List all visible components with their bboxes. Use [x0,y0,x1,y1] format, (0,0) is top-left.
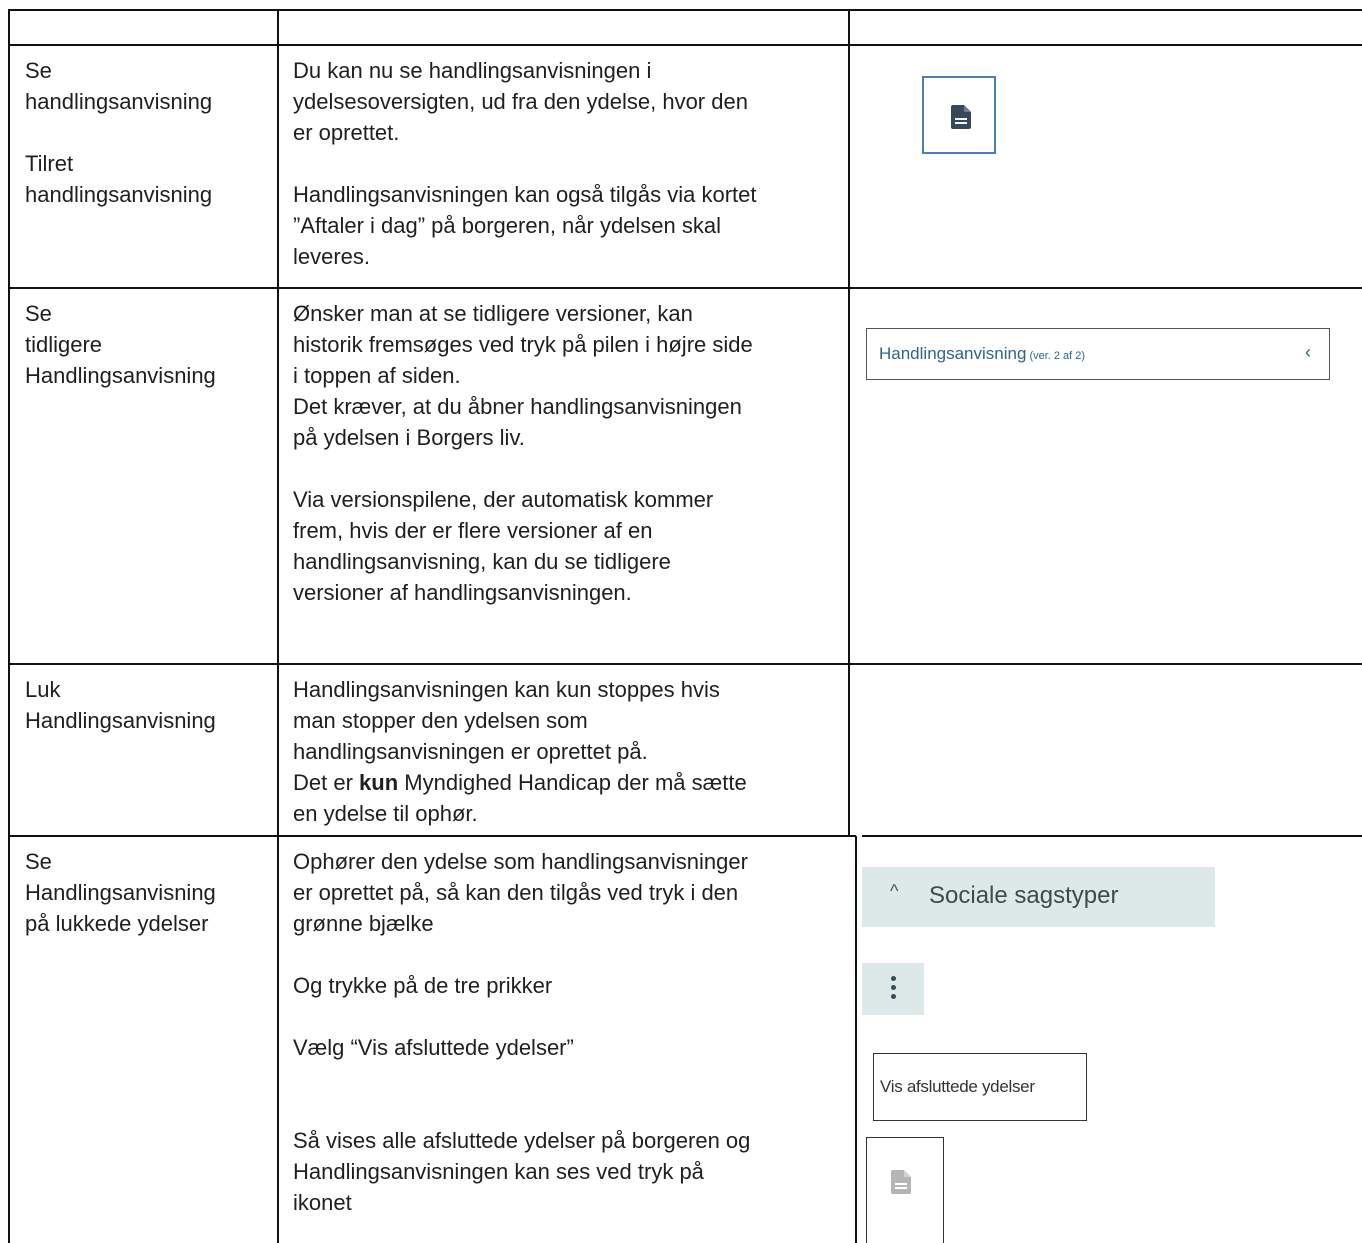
row4-body-end: Så vises alle afsluttede ydelser på borg… [293,1125,750,1218]
heading-line: handlingsanvisning [25,89,213,114]
column-divider [848,9,850,836]
body-line: ikonet [293,1190,352,1215]
body-line: på ydelsen i Borgers liv. [293,425,525,450]
column-divider [8,9,10,1243]
row4-body: Ophører den ydelse som handlingsanvisnin… [293,846,748,939]
body-line: grønne bjælke [293,911,434,936]
body-line: Det kræver, at du åbner handlingsanvisni… [293,394,742,419]
text-fragment: Myndighed Handicap der må sætte [398,770,747,795]
heading-line: tidligere [25,332,103,357]
row1-body: Du kan nu se handlingsanvisningen i ydel… [293,55,757,272]
sociale-sagstyper-bar[interactable]: ^ Sociale sagstyper [862,867,1215,927]
chevron-left-icon[interactable]: ‹ [1305,342,1311,363]
version-bar-title: Handlingsanvisning (ver. 2 af 2) [879,344,1085,364]
row-divider [8,44,1362,46]
more-vertical-icon [891,976,896,981]
row-divider [8,9,1362,11]
more-options-button[interactable] [862,963,924,1015]
body-line: Handlingsanvisningen kan ses ved tryk på [293,1159,704,1184]
body-line: Ophører den ydelse som handlingsanvisnin… [293,849,748,874]
row-divider [8,835,856,837]
heading-line: Se [25,301,52,326]
version-title-text: Handlingsanvisning [879,344,1027,363]
heading-line: Handlingsanvisning [25,363,216,388]
bold-word: kun [359,770,399,795]
row-divider [8,663,1362,665]
handlingsanvisning-document-button[interactable] [922,76,996,154]
body-line: versioner af handlingsanvisningen. [293,580,632,605]
row-divider [862,835,1362,837]
row2-heading: Se tidligere Handlingsanvisning [25,298,216,391]
body-line: handlingsanvisningen er oprettet på. [293,739,648,764]
heading-line: handlingsanvisning [25,182,213,207]
body-line: frem, hvis der er flere versioner af en [293,518,653,543]
body-line: Handlingsanvisningen kan kun stoppes hvi… [293,677,720,702]
row1-heading: Se handlingsanvisning Tilret handlingsan… [25,55,212,210]
body-line: ydelsesoversigten, ud fra den ydelse, hv… [293,89,748,114]
version-number: (ver. 2 af 2) [1029,350,1086,362]
body-line: Ønsker man at se tidligere versioner, ka… [293,301,693,326]
body-line: er oprettet. [293,120,400,145]
vis-afsluttede-ydelser-button[interactable]: Vis afsluttede ydelser [873,1053,1087,1121]
row4-body-select: Vælg “Vis afsluttede ydelser” [293,1032,574,1063]
row-divider [8,287,1362,289]
text-fragment: Det er [293,770,360,795]
body-line: leveres. [293,244,371,269]
column-divider [855,836,857,1243]
body-line: i toppen af siden. [293,363,461,388]
body-line: Du kan nu se handlingsanvisningen i [293,58,652,83]
body-line: man stopper den ydelsen som [293,708,588,733]
column-divider [277,9,279,1243]
caret-up-icon: ^ [890,881,899,901]
more-vertical-icon [891,994,896,999]
body-line: en ydelse til ophør. [293,801,478,826]
social-bar-label: Sociale sagstyper [929,882,1119,909]
body-line: handlingsanvisning, kan du se tidligere [293,549,671,574]
row3-heading: Luk Handlingsanvisning [25,674,216,736]
heading-line: Handlingsanvisning [25,880,216,905]
heading-line: Se [25,58,52,83]
heading-line: Tilret [25,151,74,176]
body-line: Og trykke på de tre prikker [293,973,553,998]
closed-handlingsanvisning-document-button[interactable] [866,1137,944,1243]
body-line: er oprettet på, så kan den tilgås ved tr… [293,880,739,905]
heading-line: på lukkede ydelser [25,911,209,936]
body-line: Handlingsanvisningen kan også tilgås via… [293,182,757,207]
body-line: Via versionspilene, der automatisk komme… [293,487,714,512]
body-line: ”Aftaler i dag” på borgeren, når ydelsen… [293,213,722,238]
heading-line: Se [25,849,52,874]
more-vertical-icon [891,985,896,990]
body-line: historik fremsøges ved tryk på pilen i h… [293,332,753,357]
row4-body-dots: Og trykke på de tre prikker [293,970,552,1001]
row2-body: Ønsker man at se tidligere versioner, ka… [293,298,753,608]
body-line: Vælg “Vis afsluttede ydelser” [293,1035,574,1060]
row4-heading: Se Handlingsanvisning på lukkede ydelser [25,846,216,939]
row3-body: Handlingsanvisningen kan kun stoppes hvi… [293,674,747,829]
version-bar[interactable]: Handlingsanvisning (ver. 2 af 2) ‹ [866,328,1330,380]
document-icon [891,1170,911,1194]
vis-button-label: Vis afsluttede ydelser [880,1077,1035,1096]
body-line: Så vises alle afsluttede ydelser på borg… [293,1128,751,1153]
document-icon [951,105,971,129]
body-line-bold: Det er kun Myndighed Handicap der må sæt… [293,767,747,798]
heading-line: Luk [25,677,61,702]
heading-line: Handlingsanvisning [25,708,216,733]
